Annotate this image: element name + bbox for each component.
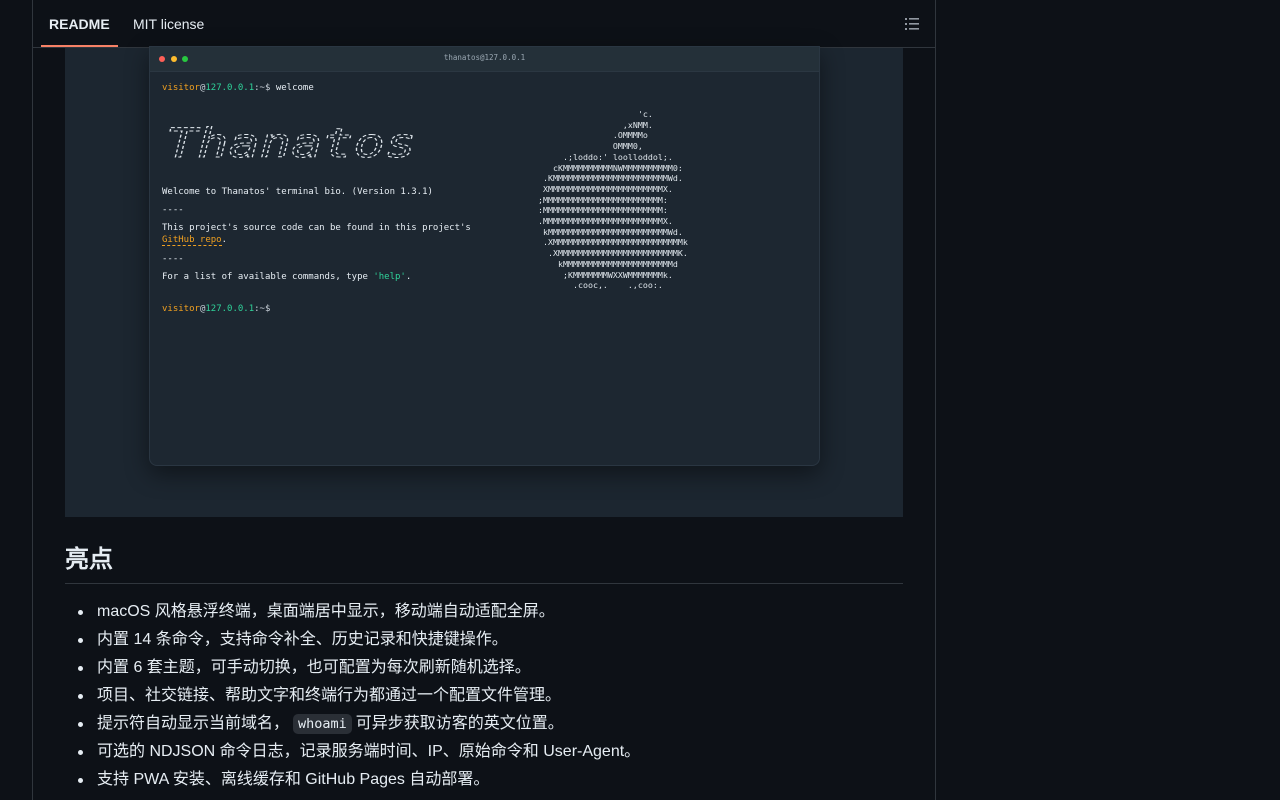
- github-line-period: .: [221, 235, 228, 245]
- source-line: This project's source code can be found …: [162, 223, 471, 233]
- prompt-host: 127.0.0.1: [205, 304, 255, 314]
- list-item-text: 可异步获取访客的英文位置。: [355, 715, 564, 732]
- separator-1: ----: [162, 205, 184, 215]
- prompt-path: :~$: [254, 304, 271, 314]
- list-item: 内置 6 套主题，可手动切换，也可配置为每次刷新随机选择。: [65, 654, 903, 682]
- list-item: 项目、社交链接、帮助文字和终端行为都通过一个配置文件管理。: [65, 682, 903, 710]
- prompt-user: visitor: [162, 304, 200, 314]
- separator-2: ----: [162, 254, 184, 264]
- help-line: For a list of available commands, type '…: [162, 272, 411, 282]
- readme-tab-bar: README MIT license: [33, 0, 935, 48]
- welcome-line: Welcome to Thanatos' terminal bio. (Vers…: [162, 187, 433, 197]
- feature-list: macOS 风格悬浮终端，桌面端居中显示，移动端自动适配全屏。 内置 14 条命…: [65, 598, 903, 794]
- thanatos-logo-text: Thanatos: [166, 121, 416, 165]
- list-item: macOS 风格悬浮终端，桌面端居中显示，移动端自动适配全屏。: [65, 598, 903, 626]
- help-command: 'help': [373, 272, 406, 282]
- list-item: 内置 14 条命令，支持命令补全、历史记录和快捷键操作。: [65, 626, 903, 654]
- list-unordered-icon: [905, 18, 919, 30]
- terminal-titlebar: thanatos@127.0.0.1: [150, 47, 819, 72]
- prompt-command: welcome: [275, 83, 314, 93]
- prompt-path: :~$: [254, 83, 271, 93]
- list-item: 提示符自动显示当前域名， whoami 可异步获取访客的英文位置。: [65, 710, 903, 738]
- help-prefix: For a list of available commands, type: [162, 272, 374, 282]
- github-repo-link[interactable]: GitHub repo: [162, 235, 222, 246]
- tab-mit-license[interactable]: MIT license: [125, 0, 212, 47]
- github-line: GitHub repo.: [162, 235, 228, 246]
- inline-code: whoami: [293, 714, 352, 734]
- outline-button[interactable]: [899, 11, 925, 37]
- section-heading: 亮点: [65, 545, 903, 584]
- help-suffix: .: [405, 272, 412, 282]
- list-item: 支持 PWA 安装、离线缓存和 GitHub Pages 自动部署。: [65, 766, 903, 794]
- list-item: 可选的 NDJSON 命令日志，记录服务端时间、IP、原始命令和 User-Ag…: [65, 738, 903, 766]
- prompt-line-2: visitor@127.0.0.1:~$: [162, 304, 270, 314]
- tab-readme[interactable]: README: [41, 0, 118, 47]
- prompt-line: visitor@127.0.0.1:~$ welcome: [162, 83, 314, 93]
- readme-panel: README MIT license thanatos@127.0.0.1 vi…: [32, 0, 936, 800]
- prompt-user: visitor: [162, 83, 200, 93]
- terminal-window: thanatos@127.0.0.1 visitor@127.0.0.1:~$ …: [149, 46, 820, 466]
- terminal-title: thanatos@127.0.0.1: [443, 53, 526, 62]
- apple-ascii-art: 'c. ,xNMM. .OMMMMo OMMM0, .;loddo:' lool…: [538, 109, 688, 291]
- thanatos-logo: Thanatos: [166, 121, 417, 166]
- list-item-text: 提示符自动显示当前域名，: [97, 715, 290, 732]
- terminal-screenshot: thanatos@127.0.0.1 visitor@127.0.0.1:~$ …: [65, 46, 903, 517]
- prompt-host: 127.0.0.1: [205, 83, 255, 93]
